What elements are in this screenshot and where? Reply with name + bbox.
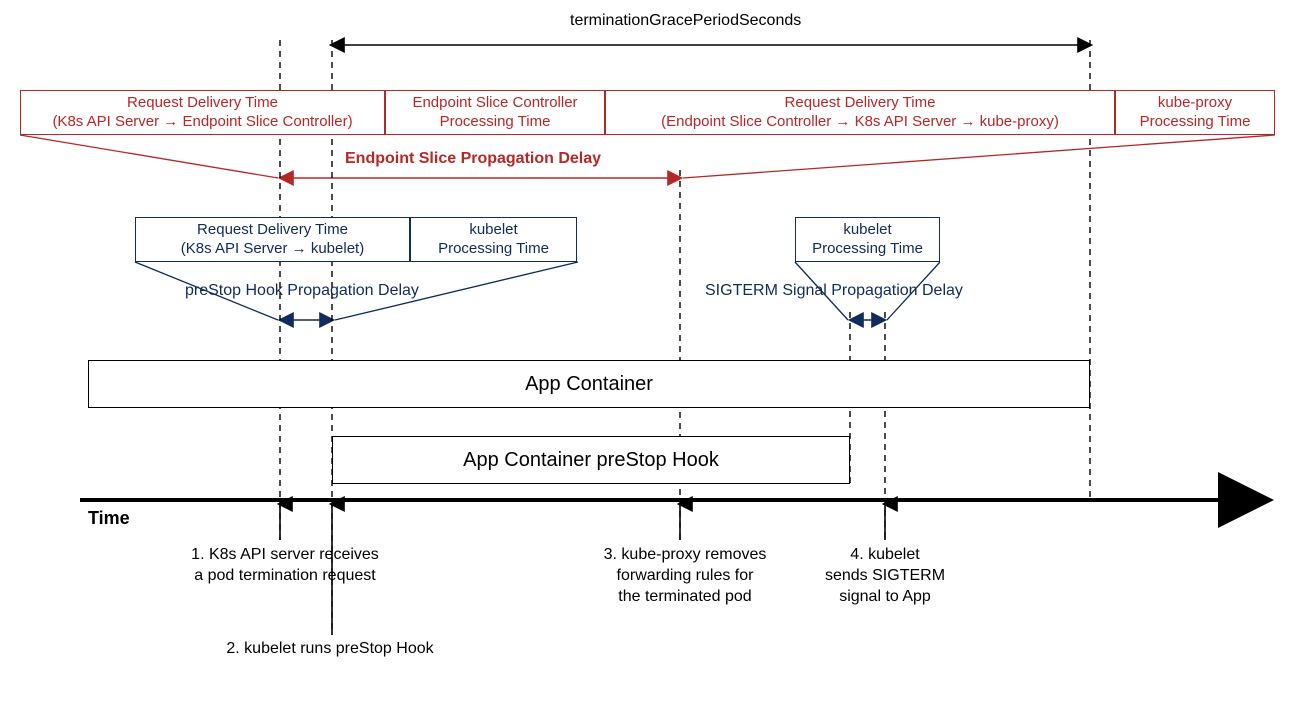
red-box-proxy-processing: kube-proxyProcessing Time bbox=[1115, 90, 1275, 135]
app-container-bar: App Container bbox=[88, 360, 1090, 408]
endpoint-delay-label: Endpoint Slice Propagation Delay bbox=[345, 150, 601, 168]
blue-box-kubelet-processing-2: kubeletProcessing Time bbox=[795, 217, 940, 262]
event-1-label: 1. K8s API server receivesa pod terminat… bbox=[155, 545, 415, 587]
event-2-label: 2. kubelet runs preStop Hook bbox=[165, 640, 495, 658]
grace-period-label: terminationGracePeriodSeconds bbox=[570, 12, 801, 30]
event-4-label: 4. kubeletsends SIGTERMsignal to App bbox=[800, 545, 970, 607]
event-3-label: 3. kube-proxy removesforwarding rules fo… bbox=[575, 545, 795, 607]
red-box-api-to-esc: Request Delivery Time(K8s API Server → E… bbox=[20, 90, 385, 135]
blue-box-api-to-kubelet: Request Delivery Time(K8s API Server → k… bbox=[135, 217, 410, 262]
blue-box-kubelet-processing-1: kubeletProcessing Time bbox=[410, 217, 577, 262]
time-axis-label: Time bbox=[88, 508, 130, 529]
prestop-hook-bar: App Container preStop Hook bbox=[332, 436, 850, 484]
sigterm-delay-label: SIGTERM Signal Propagation Delay bbox=[705, 282, 963, 300]
red-box-esc-processing: Endpoint Slice ControllerProcessing Time bbox=[385, 90, 605, 135]
prestop-delay-label: preStop Hook Propagation Delay bbox=[185, 282, 419, 300]
red-box-esc-to-proxy: Request Delivery Time(Endpoint Slice Con… bbox=[605, 90, 1115, 135]
